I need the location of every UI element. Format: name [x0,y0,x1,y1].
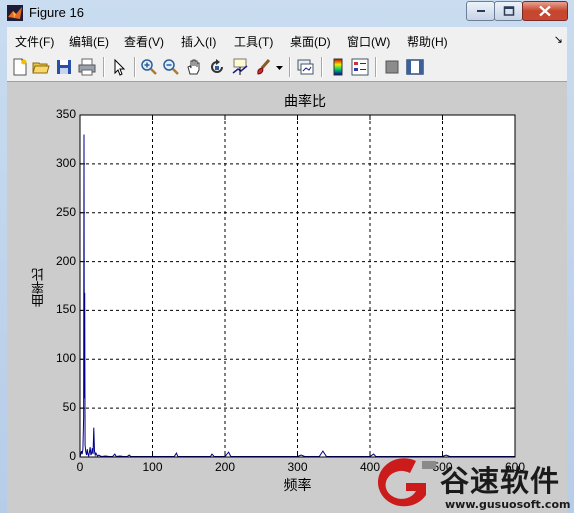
y-tick-label: 150 [55,302,76,317]
gusuo-logo-icon [377,458,436,507]
watermark-brand: 谷速软件 [440,464,561,498]
y-axis-label: 曲率比 [32,268,47,307]
plot-title: 曲率比 [284,94,326,110]
watermark-url: www.gusuosoft.com [445,498,571,511]
y-tick-label: 200 [55,253,76,268]
y-tick-label: 100 [55,351,76,366]
y-tick-label: 50 [62,400,76,415]
plot-axes[interactable] [0,0,574,513]
y-tick-label: 0 [69,449,76,463]
x-tick-label: 100 [142,460,163,474]
y-tick-label: 350 [55,107,76,121]
x-tick-label: 200 [214,460,236,474]
y-tick-label: 250 [55,204,76,219]
y-tick-label: 300 [55,155,76,170]
x-tick-label: 300 [287,460,308,474]
